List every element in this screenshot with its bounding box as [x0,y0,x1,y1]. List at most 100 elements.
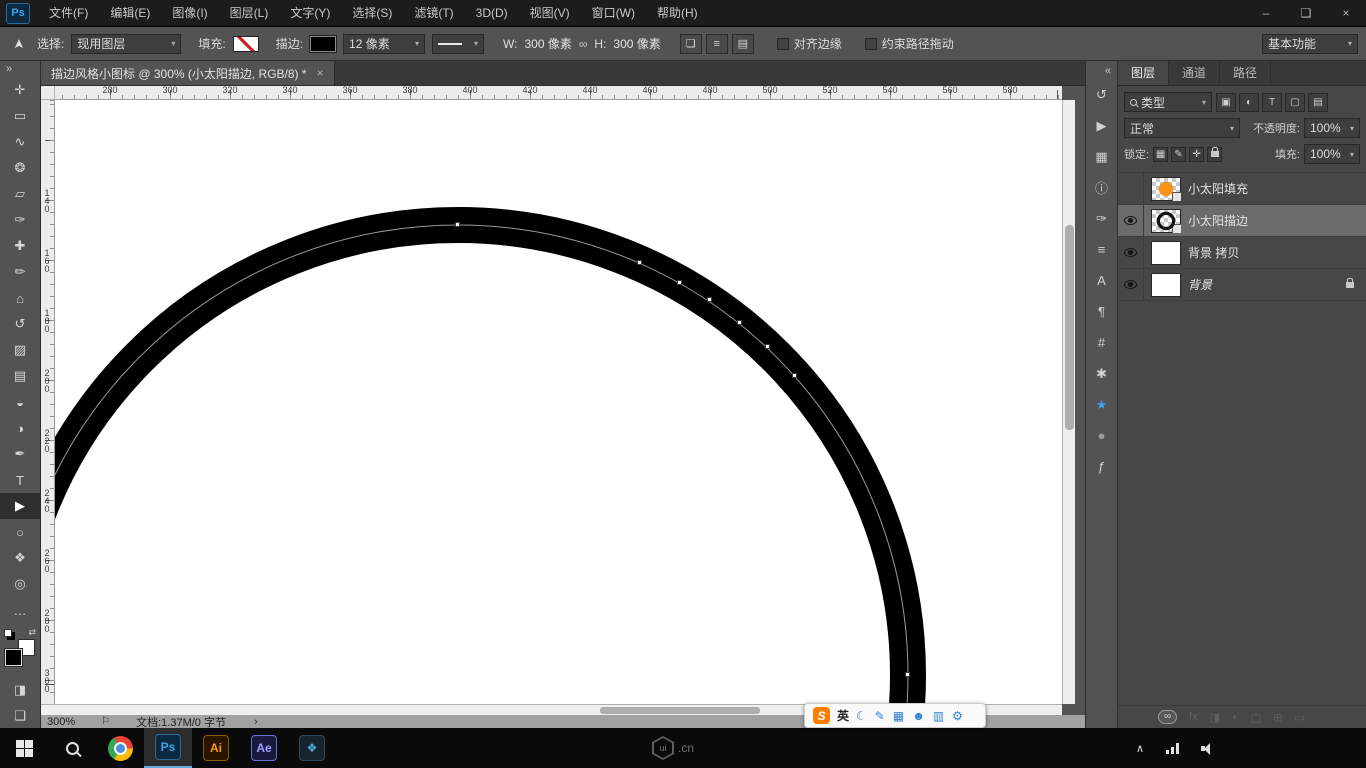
document-tab[interactable]: 描边风格小图标 @ 300% (小太阳描边, RGB/8) * × [41,61,335,85]
default-colors-icon[interactable] [4,629,12,637]
paragraph-panel-icon[interactable]: ¶ [1086,296,1117,327]
path-anchor-point[interactable] [455,222,460,227]
path-operations-icon[interactable]: ❏ [680,34,702,54]
layer-filter-kind-dropdown[interactable]: 类型 [1124,92,1212,112]
status-popup-chevron[interactable]: › [254,716,258,728]
edit-toolbar-icon[interactable]: … [0,597,40,623]
illustrator-app[interactable]: Ai [192,728,240,768]
menu-item-4[interactable]: 图层(L) [219,0,280,26]
filter-shape-icon[interactable]: ▢ [1285,93,1305,112]
volume-icon[interactable] [1201,742,1216,755]
panel-tab-1[interactable]: 图层 [1118,61,1169,85]
eyedropper-tool[interactable]: ✑ [0,207,40,233]
menu-item-1[interactable]: 文件(F) [38,0,99,26]
constrain-path-checkbox[interactable] [865,38,877,50]
brush-tool[interactable]: ✏ [0,259,40,285]
path-anchor-point[interactable] [637,260,642,265]
zoom-level-field[interactable]: 300% [47,716,75,728]
pen-tool[interactable]: ✒ [0,441,40,467]
path-align-icon[interactable]: ≡ [706,34,728,54]
sogou-logo[interactable]: S [813,707,830,724]
dev-tool-app[interactable]: ❖ [288,728,336,768]
path-arrange-icon[interactable]: ▤ [732,34,754,54]
stroke-swatch[interactable] [310,36,336,52]
lock-position-icon[interactable]: ✛ [1189,147,1204,162]
foreground-color-swatch[interactable] [5,649,22,666]
marquee-tool[interactable]: ▭ [0,103,40,129]
eraser-tool[interactable]: ▨ [0,337,40,363]
minimize-button[interactable]: – [1246,0,1286,26]
quick-selection-tool[interactable]: ❂ [0,155,40,181]
swatches-panel-icon[interactable]: ▦ [1086,141,1117,172]
delete-layer-icon[interactable]: ▭ [1294,711,1304,724]
path-anchor-point[interactable] [707,297,712,302]
lock-all-icon[interactable] [1207,147,1222,162]
filter-type-icon[interactable]: T [1262,93,1282,112]
layer-visibility-toggle[interactable] [1118,205,1144,236]
current-tool-icon[interactable]: ➤ [11,33,27,55]
stroke-type-dropdown[interactable] [432,34,484,54]
layer-row[interactable]: 背景 拷贝 [1118,237,1366,269]
lasso-tool[interactable]: ∿ [0,129,40,155]
height-field[interactable]: 300 像素 [613,35,660,52]
close-button[interactable]: × [1326,0,1366,26]
hand-tool[interactable]: ❖ [0,545,40,571]
align-edges-checkbox[interactable] [777,38,789,50]
link-dimensions-icon[interactable]: ∞ [579,37,588,51]
zoom-tool[interactable]: ◎ [0,571,40,597]
styles-panel-icon[interactable]: ✱ [1086,358,1117,389]
quick-mask-icon[interactable]: ◨ [0,677,40,703]
adjustments-panel-icon[interactable]: ≡ [1086,234,1117,265]
menu-item-5[interactable]: 文字(Y) [279,0,341,26]
blend-mode-dropdown[interactable]: 正常 [1124,118,1240,138]
filter-image-icon[interactable]: ▣ [1216,93,1236,112]
align-edges-option[interactable]: 对齐边缘 [777,35,842,52]
path-anchor-point[interactable] [905,672,910,677]
new-adjustment-icon[interactable]: ◐ [1232,711,1239,723]
character-panel-icon[interactable]: A [1086,265,1117,296]
width-field[interactable]: 300 像素 [524,35,571,52]
layer-mask-icon[interactable]: ◨ [1210,711,1220,724]
path-anchor-point[interactable] [737,320,742,325]
path-anchor-point[interactable] [792,373,797,378]
taskbar-search-button[interactable] [48,728,96,768]
chrome-app[interactable] [96,728,144,768]
keyboard-icon[interactable]: ▦ [893,709,904,723]
crop-tool[interactable]: ▱ [0,181,40,207]
network-icon[interactable] [1166,743,1179,754]
type-tool[interactable]: T [0,467,40,493]
layer-visibility-toggle[interactable] [1118,173,1144,204]
constrain-path-option[interactable]: 约束路径拖动 [865,35,954,52]
healing-brush-tool[interactable]: ✚ [0,233,40,259]
history-brush-tool[interactable]: ↺ [0,311,40,337]
screen-mode-icon[interactable]: ❏ [0,703,40,729]
layer-visibility-toggle[interactable] [1118,269,1144,300]
actions-panel-icon[interactable]: ▶ [1086,110,1117,141]
lock-pixels-icon[interactable]: ✎ [1171,147,1186,162]
lock-transparency-icon[interactable]: ▦ [1153,147,1168,162]
toolbox-icon[interactable]: ▥ [933,709,944,723]
menu-item-7[interactable]: 滤镜(T) [403,0,464,26]
layer-style-icon[interactable]: fx [1189,711,1198,723]
person-icon[interactable]: ☻ [912,709,925,723]
link-layers-icon[interactable]: ∞ [1158,710,1177,724]
clone-stamp-tool[interactable]: ⌂ [0,285,40,311]
favorites-star-icon[interactable]: ★ [1086,389,1117,420]
move-tool[interactable]: ✛ [0,77,40,103]
menu-item-3[interactable]: 图像(I) [161,0,218,26]
moon-icon[interactable]: ☾ [856,709,867,723]
pen-icon[interactable]: ✎ [875,709,885,723]
blur-tool[interactable]: ◒ [0,389,40,415]
new-group-icon[interactable]: ▢ [1251,711,1261,724]
vertical-scrollbar[interactable] [1062,100,1075,704]
new-layer-icon[interactable]: ⊞ [1273,711,1282,724]
fstop-panel-icon[interactable]: ƒ [1086,451,1117,482]
path-selection-tool[interactable]: ▶ [0,493,40,519]
restore-button[interactable]: ❏ [1286,0,1326,26]
collapse-tools-icon[interactable]: » [0,61,40,77]
opacity-dropdown[interactable]: 100% [1304,118,1360,138]
sphere-panel-icon[interactable]: ● [1086,420,1117,451]
start-button[interactable] [0,728,48,768]
aftereffects-app[interactable]: Ae [240,728,288,768]
tray-chevron-icon[interactable]: ∧ [1136,742,1144,755]
